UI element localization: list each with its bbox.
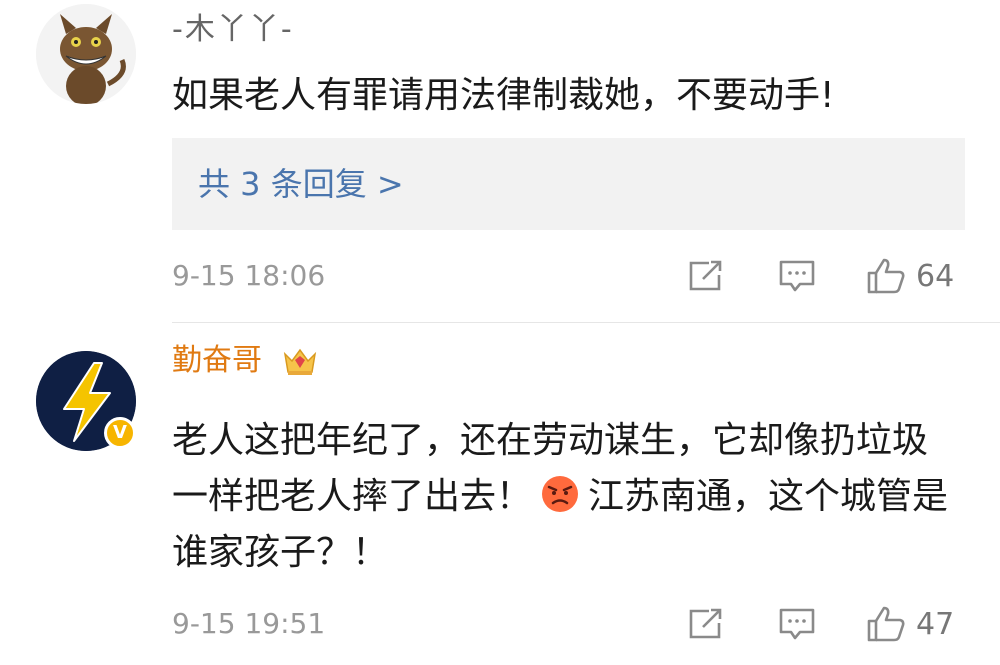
thumbs-up-icon — [867, 606, 905, 642]
comment-bubble-icon — [779, 260, 815, 292]
user-avatar[interactable] — [36, 4, 136, 104]
cat-avatar-icon — [36, 4, 136, 104]
like-count: 64 — [916, 258, 955, 294]
angry-face-icon — [540, 474, 580, 514]
comment-item: V 勤奋哥 老人这把年纪了，还在劳动谋生，它却像扔垃圾一样把老人摔了出去！ 江苏… — [0, 323, 1000, 665]
comment-meta: 9-15 19:51 47 — [172, 604, 964, 644]
share-button[interactable] — [687, 604, 725, 644]
like-count: 47 — [916, 606, 955, 642]
username[interactable]: 勤奋哥 — [172, 343, 318, 379]
comment-button[interactable] — [778, 604, 816, 644]
thumbs-up-icon — [867, 258, 905, 294]
verified-badge: V — [104, 417, 136, 449]
comment-meta: 9-15 18:06 64 — [172, 256, 964, 296]
username-text: 勤奋哥 — [172, 343, 262, 378]
comment-text: 如果老人有罪请用法律制裁她，不要动手! — [172, 75, 835, 116]
share-icon — [689, 608, 722, 639]
like-button[interactable]: 47 — [866, 604, 954, 644]
timestamp: 9-15 18:06 — [172, 259, 326, 292]
comment-text: 老人这把年纪了，还在劳动谋生，它却像扔垃圾一样把老人摔了出去！ 江苏南通，这个城… — [172, 413, 962, 581]
comment-item: -木丫丫- 如果老人有罪请用法律制裁她，不要动手! 共 3 条回复 > 9-15… — [0, 0, 1000, 322]
username[interactable]: -木丫丫- — [172, 12, 294, 48]
replies-panel[interactable]: 共 3 条回复 > — [172, 138, 965, 230]
crown-icon — [282, 346, 318, 378]
user-avatar[interactable]: V — [36, 351, 136, 451]
share-icon — [689, 260, 722, 291]
view-replies-link[interactable]: 共 3 条回复 > — [198, 162, 404, 206]
comment-button[interactable] — [778, 256, 816, 296]
comment-bubble-icon — [779, 608, 815, 640]
like-button[interactable]: 64 — [866, 256, 954, 296]
timestamp: 9-15 19:51 — [172, 607, 326, 640]
share-button[interactable] — [687, 256, 725, 296]
